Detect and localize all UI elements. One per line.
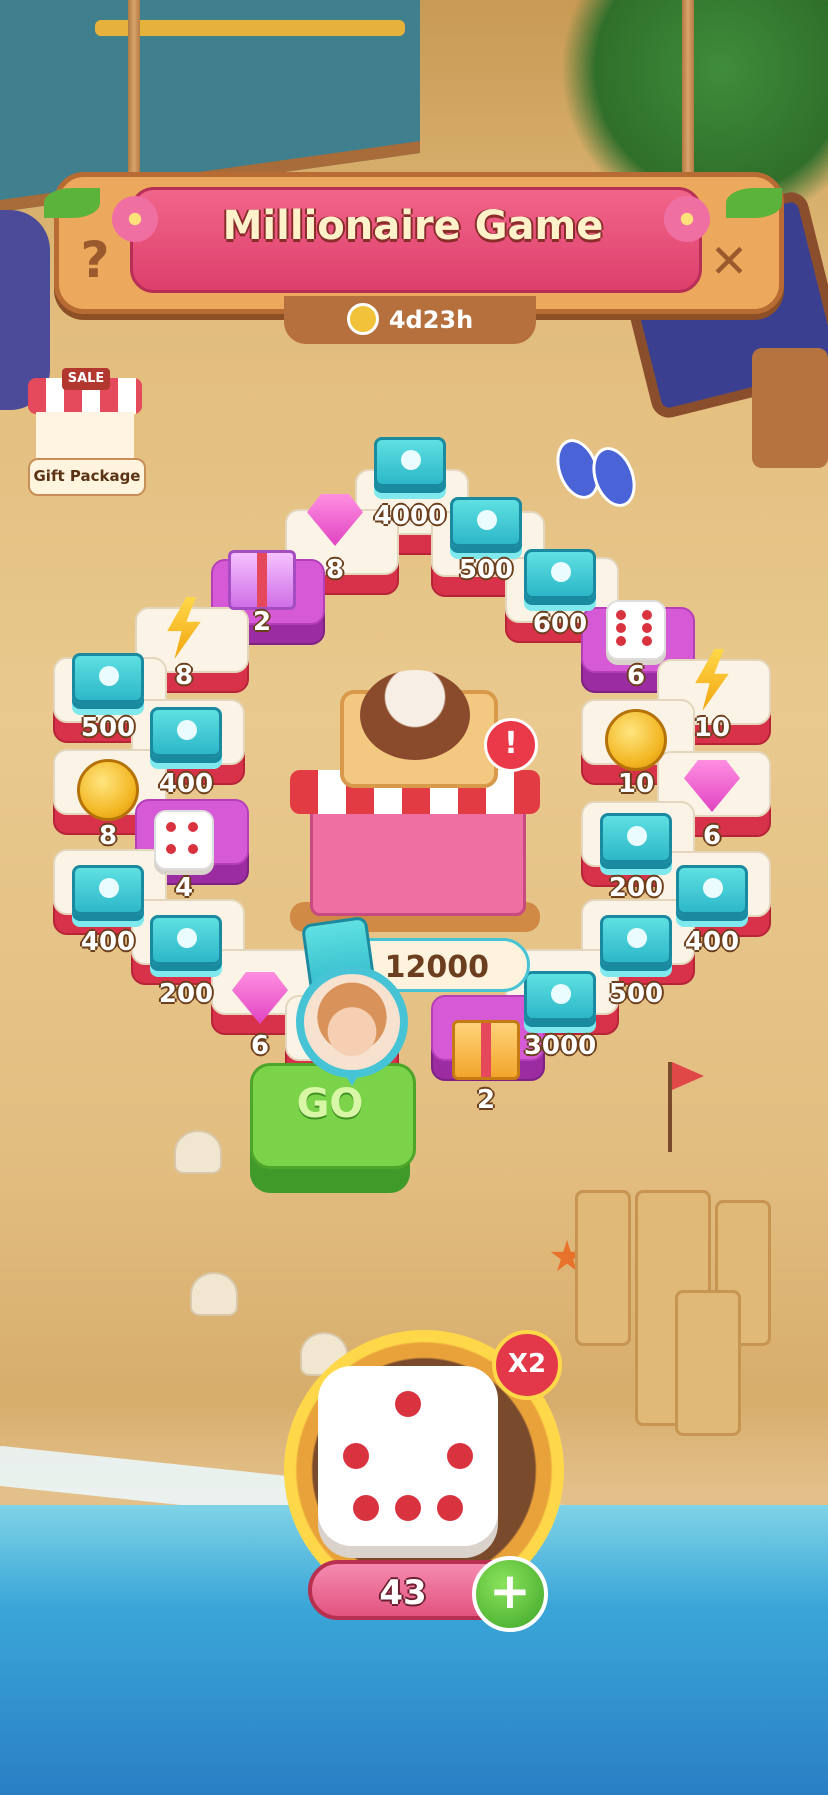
dice-multiplier-button[interactable]: X2 — [492, 1330, 562, 1400]
ticket-icon — [676, 860, 748, 920]
go-start-tile: GO — [250, 1063, 416, 1193]
seashell-icon — [174, 1130, 222, 1174]
gift-package-button[interactable]: SALE Gift Package — [28, 368, 146, 496]
page-title: Millionaire Game — [222, 203, 604, 249]
leaf-icon — [726, 188, 782, 218]
gift-box-icon — [450, 1020, 522, 1080]
event-timer: 4d23h — [284, 296, 536, 344]
ticket-icon — [600, 808, 672, 868]
stopwatch-icon — [346, 303, 379, 335]
gem-icon — [224, 968, 296, 1028]
tile-reward-value: 500 — [608, 979, 664, 1009]
tile-reward-value: 500 — [458, 555, 514, 585]
dice-bundle-icon — [36, 412, 134, 462]
ticket-icon — [600, 910, 672, 970]
seashell-icon — [190, 1272, 238, 1316]
tile-reward-value: 6 — [702, 821, 722, 851]
tile-reward-value: 400 — [80, 927, 136, 957]
tile-reward-value: 8 — [98, 821, 118, 851]
leaf-icon — [44, 188, 100, 218]
ticket-icon — [150, 910, 222, 970]
tile-reward-value: 600 — [532, 609, 588, 639]
banner-rope-left — [128, 0, 140, 190]
gift-package-label: Gift Package — [28, 458, 146, 496]
close-button[interactable]: ✕ — [704, 236, 754, 286]
ticket-icon — [150, 702, 222, 762]
player-avatar — [296, 966, 408, 1086]
ticket-icon — [450, 492, 522, 552]
tile-reward-value: 500 — [80, 713, 136, 743]
tile-reward-value: 4 — [174, 873, 194, 903]
tile-reward-value: 8 — [325, 555, 345, 585]
gem-icon — [676, 756, 748, 816]
roll-dice-button[interactable] — [318, 1366, 498, 1546]
sand-castle — [575, 1150, 775, 1440]
ticket-icon — [524, 544, 596, 604]
gem-icon — [299, 490, 371, 550]
tile-reward-value: 2 — [476, 1085, 496, 1115]
question-mark-icon: ? — [80, 231, 110, 289]
tile-reward-value: 6 — [250, 1031, 270, 1061]
tile-reward-value: 3000 — [523, 1031, 597, 1061]
tile-reward-value: 10 — [617, 769, 655, 799]
help-button[interactable]: ? — [70, 232, 120, 288]
sale-badge: SALE — [62, 368, 110, 390]
timer-text: 4d23h — [388, 306, 474, 334]
coin-icon — [72, 759, 144, 821]
go-label: GO — [296, 1081, 364, 1127]
gift-box-icon — [226, 550, 298, 610]
lightning-icon — [148, 597, 220, 659]
lightning-icon — [676, 649, 748, 711]
tile-reward-value: 4000 — [373, 501, 447, 531]
flip-flops-icon — [548, 433, 644, 513]
ticket-icon — [72, 860, 144, 920]
tile-reward-value: 200 — [608, 873, 664, 903]
dice-icon — [600, 600, 672, 660]
tile-reward-value: 8 — [174, 661, 194, 691]
game-scene: Millionaire Game ? ✕ 4d23h SALE Gift Pac… — [0, 0, 828, 1795]
tile-reward-value: 400 — [158, 769, 214, 799]
tile-reward-value: 400 — [684, 927, 740, 957]
side-table — [752, 348, 828, 468]
ticket-icon — [374, 432, 446, 492]
map-pin-icon — [342, 1070, 362, 1086]
castle-flag-icon — [672, 1062, 704, 1090]
dice-icon — [148, 810, 220, 870]
close-x-icon: ✕ — [709, 234, 749, 288]
tile-reward-value: 200 — [158, 979, 214, 1009]
shop-alert-badge: ! — [484, 718, 538, 772]
tile-reward-value: 6 — [626, 661, 646, 691]
ticket-icon — [72, 648, 144, 708]
deck-railing — [95, 20, 405, 36]
ticket-icon — [524, 966, 596, 1026]
coin-icon — [600, 709, 672, 771]
add-dice-button[interactable]: + — [472, 1556, 548, 1632]
coconut-drink-icon — [360, 670, 470, 760]
tile-reward-value: 2 — [252, 607, 272, 637]
tile-reward-value: 10 — [693, 713, 731, 743]
banner-rope-right — [682, 0, 694, 190]
